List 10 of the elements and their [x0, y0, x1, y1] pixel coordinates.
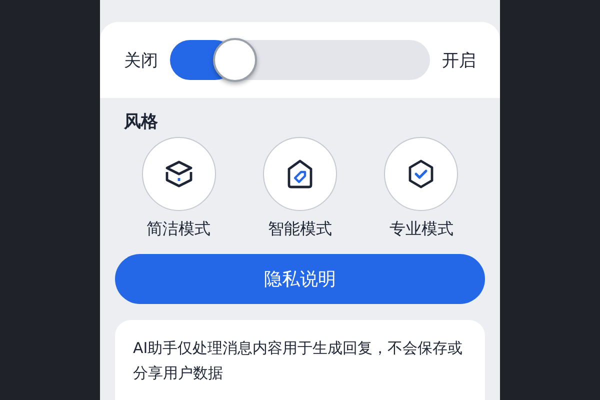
privacy-button[interactable]: 隐私说明 [115, 254, 485, 304]
off-label: 关闭 [124, 50, 158, 72]
section-title: 风格 [122, 111, 159, 134]
on-label: 开启 [442, 50, 476, 72]
info-text: AI助手仅处理消息内容用于生成回复，不会保存或分享用户数据 [133, 338, 464, 384]
slider-thumb[interactable] [213, 38, 258, 82]
mode-label: 简洁模式 [146, 219, 211, 240]
mode-label: 智能模式 [268, 219, 332, 240]
mode-label: 专业模式 [389, 219, 454, 240]
slider-track[interactable] [170, 40, 430, 80]
